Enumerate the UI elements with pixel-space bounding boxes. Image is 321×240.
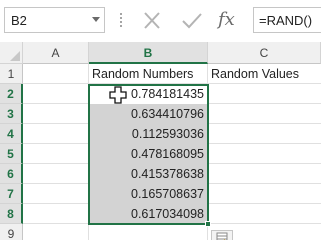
quick-analysis-button[interactable] (211, 230, 233, 240)
column-header-a[interactable]: A (23, 42, 89, 64)
fx-icon: fx (218, 9, 235, 30)
row-header-4[interactable]: 4 (0, 124, 23, 144)
formula-bar: B2 fx =RAND() (0, 0, 321, 42)
row-header-2[interactable]: 2 (0, 84, 23, 104)
selection-border (88, 84, 209, 225)
dropdown-arrow-icon[interactable] (92, 17, 100, 22)
row-header-1[interactable]: 1 (0, 64, 23, 84)
select-all-triangle-icon (10, 51, 20, 61)
row-header-3[interactable]: 3 (0, 104, 23, 124)
formula-bar-grip[interactable] (120, 13, 122, 29)
name-box[interactable]: B2 (4, 7, 105, 33)
cell-c1[interactable]: Random Values (208, 64, 321, 84)
name-box-value: B2 (11, 13, 27, 28)
quick-analysis-icon (216, 232, 228, 240)
enter-button[interactable] (178, 8, 206, 34)
row-header-6[interactable]: 6 (0, 164, 23, 184)
row-header-7[interactable]: 7 (0, 184, 23, 204)
check-icon (182, 13, 202, 29)
x-icon (144, 12, 160, 29)
cell-b1[interactable]: Random Numbers (89, 64, 208, 84)
column-header-c[interactable]: C (208, 42, 321, 64)
cell-select-cursor-icon (109, 86, 127, 104)
row-header-5[interactable]: 5 (0, 144, 23, 164)
select-all-button[interactable] (0, 42, 23, 64)
fill-handle[interactable] (205, 221, 211, 227)
formula-text: =RAND() (259, 13, 313, 28)
row-header-9[interactable]: 9 (0, 224, 23, 240)
formula-input[interactable]: =RAND() (253, 7, 321, 33)
column-header-b[interactable]: B (89, 42, 208, 64)
insert-function-button[interactable]: fx (214, 8, 244, 34)
cancel-button[interactable] (138, 8, 166, 34)
row-header-8[interactable]: 8 (0, 204, 23, 224)
worksheet-grid[interactable]: A B C 1 2 3 4 5 6 7 8 9 Random Numbers R… (0, 42, 321, 240)
